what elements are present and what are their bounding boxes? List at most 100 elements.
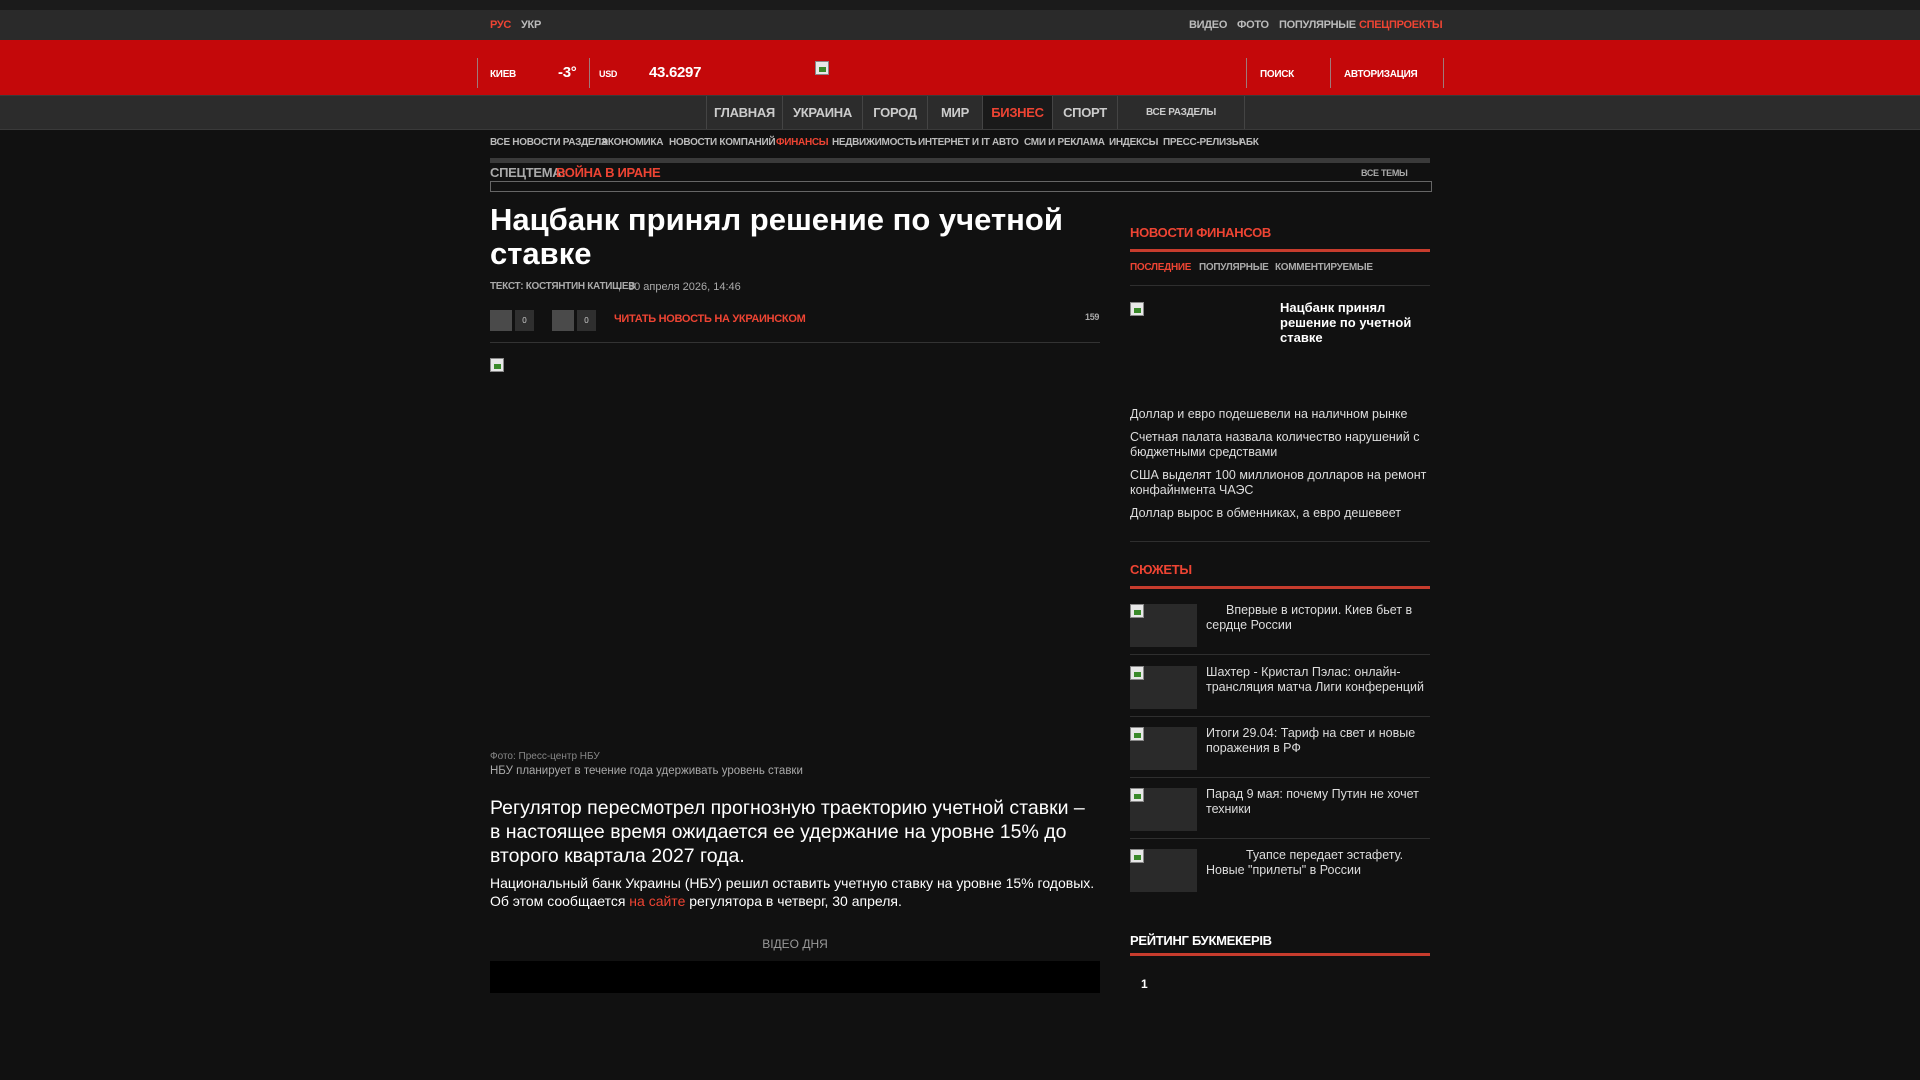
stories-title[interactable]: СЮЖЕТЫ <box>1130 562 1192 577</box>
like-button[interactable] <box>490 310 512 331</box>
article-author[interactable]: ТЕКСТ: КОСТЯНТИН КАТИШЕВ <box>490 281 636 292</box>
video-of-day-label: ВІДЕО ДНЯ <box>762 937 828 951</box>
nav-city[interactable]: ГОРОД <box>862 96 927 129</box>
story-link[interactable]: Шахтер - Кристал Пэлас: онлайн-трансляци… <box>1206 665 1426 695</box>
nav-business[interactable]: БИЗНЕС <box>982 96 1052 129</box>
subnav-indexes[interactable]: ИНДЕКСЫ <box>1109 137 1158 148</box>
site-logo[interactable] <box>815 61 829 75</box>
story-link[interactable]: Парад 9 мая: почему Путин не хочет техни… <box>1206 787 1426 817</box>
header-separator <box>1443 58 1444 88</box>
article-title: Нацбанк принял решение по учетной ставке <box>490 202 1063 271</box>
header-separator <box>1330 58 1331 88</box>
section-underline <box>1130 249 1430 252</box>
views-count: 159 <box>1085 312 1100 322</box>
topnav-popular[interactable]: ПОПУЛЯРНЫЕ <box>1279 19 1356 31</box>
tabs-divider <box>1130 285 1430 286</box>
story-divider <box>1130 716 1430 717</box>
bookmaker-rank: 1 <box>1141 977 1148 991</box>
meta-divider <box>490 342 1100 343</box>
spec-topic-bar-top <box>490 158 1430 163</box>
story-divider <box>1130 654 1430 655</box>
story-thumbnail[interactable] <box>1130 604 1197 647</box>
currency-rate: 43.6297 <box>649 64 702 81</box>
header-separator <box>477 58 478 88</box>
subnav-media[interactable]: СМИ И РЕКЛАМА <box>1024 137 1105 148</box>
nav-ukraine[interactable]: УКРАИНА <box>782 96 862 129</box>
story-image <box>1130 849 1144 863</box>
section-underline <box>1130 953 1430 956</box>
news-item[interactable]: Доллар вырос в обменниках, а евро дешеве… <box>1130 506 1430 521</box>
story-thumbnail[interactable] <box>1130 788 1197 831</box>
subnav-realty[interactable]: НЕДВИЖИМОСТЬ <box>832 137 917 148</box>
featured-news-image[interactable] <box>1130 302 1144 316</box>
language-bar <box>0 10 1920 40</box>
tab-latest[interactable]: ПОСЛЕДНИЕ <box>1130 262 1191 273</box>
subnav-press[interactable]: ПРЕСС-РЕЛИЗЫ <box>1163 137 1242 148</box>
login-button[interactable]: АВТОРИЗАЦИЯ <box>1344 69 1418 80</box>
story-image <box>1130 666 1144 680</box>
photo-credit: Фото: Пресс-центр НБУ <box>490 751 600 762</box>
dislike-count: 0 <box>577 310 596 331</box>
story-image <box>1130 604 1144 618</box>
bookmakers-title: РЕЙТИНГ БУКМЕКЕРІВ <box>1130 933 1272 948</box>
body-text: регулятора в четверг, 30 апреля. <box>685 893 902 909</box>
tab-popular[interactable]: ПОПУЛЯРНЫЕ <box>1199 262 1269 273</box>
top-strip <box>0 0 1920 10</box>
lang-ukr[interactable]: УКР <box>521 19 541 31</box>
story-image <box>1130 727 1144 741</box>
currency-label: USD <box>599 69 618 79</box>
subnav-finance[interactable]: ФИНАНСЫ <box>776 137 829 148</box>
finance-news-title[interactable]: НОВОСТИ ФИНАНСОВ <box>1130 225 1271 240</box>
story-link[interactable]: Туапсе передает эстафету. Новые "прилеты… <box>1206 848 1426 878</box>
nav-sport[interactable]: СПОРТ <box>1052 96 1117 129</box>
news-item[interactable]: Счетная палата назвала количество наруше… <box>1130 430 1430 460</box>
spec-topic-box <box>490 181 1432 192</box>
read-ukrainian-link[interactable]: ЧИТАТЬ НОВОСТЬ НА УКРАИНСКОМ <box>614 313 806 325</box>
subnav-economy[interactable]: ЭКОНОМИКА <box>601 137 663 148</box>
featured-news-link[interactable]: Нацбанк принял решение по учетной ставке <box>1280 300 1430 345</box>
subnav-all[interactable]: ВСЕ НОВОСТИ РАЗДЕЛА <box>490 137 608 148</box>
search-button[interactable]: ПОИСК <box>1260 69 1294 80</box>
meta-comma: , <box>618 281 622 293</box>
lang-rus[interactable]: РУС <box>490 19 511 31</box>
section-underline <box>1130 586 1430 589</box>
story-divider <box>1130 838 1430 839</box>
story-divider <box>1130 777 1430 778</box>
topnav-special[interactable]: СПЕЦПРОЕКТЫ <box>1359 19 1443 31</box>
article-lead: Регулятор пересмотрел прогнозную траекто… <box>490 797 1085 867</box>
story-link[interactable]: Впервые в истории. Киев бьет в сердце Ро… <box>1206 603 1426 633</box>
article-date: 30 апреля 2026, 14:46 <box>628 281 741 293</box>
spec-topic-label: СПЕЦТЕМА: <box>490 165 566 180</box>
video-player[interactable] <box>490 961 1100 993</box>
image-caption: НБУ планирует в течение года удерживать … <box>490 765 803 777</box>
article-body: Национальный банк Украины (НБУ) решил ос… <box>490 874 1100 910</box>
city-label: КИЕВ <box>490 69 516 80</box>
source-link[interactable]: на сайте <box>629 893 685 909</box>
nav-all-sections[interactable]: ВСЕ РАЗДЕЛЫ <box>1117 96 1245 129</box>
subnav-internet[interactable]: ИНТЕРНЕТ И IT <box>918 137 990 148</box>
spec-topic-link[interactable]: ВОЙНА В ИРАНЕ <box>556 165 661 180</box>
topnav-video[interactable]: ВИДЕО <box>1189 19 1227 31</box>
article-image <box>490 358 504 372</box>
subnav-auto[interactable]: АВТО <box>992 137 1019 148</box>
story-link[interactable]: Итоги 29.04: Тариф на свет и новые пораж… <box>1206 726 1426 756</box>
subnav-abk[interactable]: АБК <box>1239 137 1259 148</box>
subnav-companies[interactable]: НОВОСТИ КОМПАНИЙ <box>669 137 776 148</box>
like-count: 0 <box>515 310 534 331</box>
story-thumbnail[interactable] <box>1130 666 1197 709</box>
all-topics-link[interactable]: ВСЕ ТЕМЫ <box>1361 168 1408 178</box>
header-bar <box>0 40 1920 95</box>
story-thumbnail[interactable] <box>1130 727 1197 770</box>
topnav-photo[interactable]: ФОТО <box>1237 19 1269 31</box>
dislike-button[interactable] <box>552 310 574 331</box>
nav-main[interactable]: ГЛАВНАЯ <box>706 96 782 129</box>
tab-commented[interactable]: КОММЕНТИРУЕМЫЕ <box>1275 262 1373 273</box>
nav-world[interactable]: МИР <box>927 96 982 129</box>
news-item[interactable]: США выделят 100 миллионов долларов на ре… <box>1130 468 1430 498</box>
header-separator <box>1246 58 1247 88</box>
temperature: -3° <box>558 64 577 81</box>
story-thumbnail[interactable] <box>1130 849 1197 892</box>
news-item[interactable]: Доллар и евро подешевели на наличном рын… <box>1130 407 1430 422</box>
section-divider <box>1130 541 1430 542</box>
header-separator <box>589 58 590 88</box>
